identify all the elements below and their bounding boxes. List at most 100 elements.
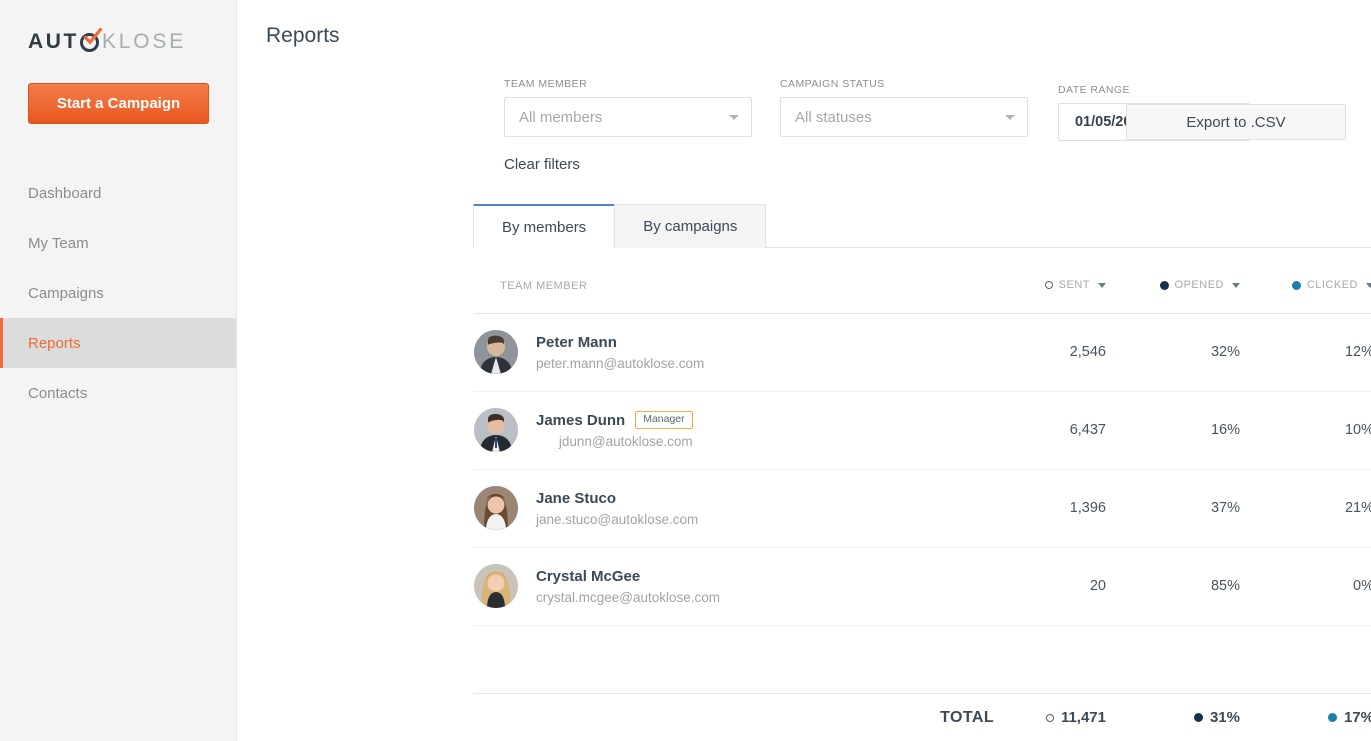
sidebar-item-label: Campaigns	[28, 284, 104, 302]
sidebar-item-label: Contacts	[28, 384, 88, 402]
tab-by-campaigns[interactable]: By campaigns	[614, 204, 767, 248]
member-email: jane.stuco@autoklose.com	[536, 511, 699, 527]
reports-table-container: TEAM MEMBER SENT OPENED CLICKED Peter Ma…	[237, 248, 1371, 644]
cell-opened: 16%	[1210, 422, 1240, 438]
table-row[interactable]: Peter Mann peter.mann@autoklose.com 2,54…	[474, 313, 1371, 391]
column-header-clicked[interactable]: CLICKED	[1240, 248, 1371, 314]
member-cell: Peter Mann peter.mann@autoklose.com	[474, 313, 994, 391]
campaign-status-select-value: All statuses	[795, 108, 872, 126]
clicked-dot-icon	[1327, 713, 1337, 722]
cell-opened	[1106, 625, 1240, 644]
table-row[interactable]: Jane Stuco jane.stuco@autoklose.com 1,39…	[474, 469, 1371, 547]
user-photo-icon	[474, 564, 518, 608]
sidebar-item-reports[interactable]: Reports	[0, 318, 236, 368]
cell-sent: 2,546	[1069, 344, 1106, 360]
filter-bar: TEAM MEMBER All members CAMPAIGN STATUS …	[237, 74, 1371, 204]
filter-label-date-range: DATE RANGE	[1058, 84, 1130, 96]
total-clicked-value: 17%	[1343, 709, 1371, 726]
cell-sent: 1,396	[1069, 500, 1106, 516]
sidebar-item-label: Dashboard	[28, 184, 102, 202]
column-header-team-member: TEAM MEMBER	[474, 248, 994, 314]
cell-clicked: 0%	[1353, 578, 1371, 594]
member-name-text: Peter Mann	[536, 333, 617, 351]
cell-opened: 37%	[1210, 500, 1240, 516]
member-name-text: Crystal McGee	[536, 567, 641, 585]
filter-label-campaign-status: CAMPAIGN STATUS	[780, 78, 885, 90]
column-header-sent[interactable]: SENT	[994, 248, 1106, 314]
column-label: SENT	[1058, 279, 1090, 292]
sort-descending-icon[interactable]	[1232, 282, 1240, 288]
member-cell: Jane Stuco jane.stuco@autoklose.com	[474, 469, 994, 547]
totals-table: TOTAL 11,471 31% 17%	[474, 694, 1371, 741]
sort-descending-icon[interactable]	[1366, 282, 1371, 288]
total-sent-value: 11,471	[1060, 709, 1106, 727]
member-email: jdunn@autoklose.com	[558, 433, 693, 449]
campaign-status-select[interactable]: All statuses	[780, 97, 1028, 137]
opened-dot-icon	[1193, 713, 1203, 722]
team-member-select-value: All members	[519, 108, 603, 126]
cell-clicked: 12%	[1344, 344, 1371, 360]
column-label: TEAM MEMBER	[500, 279, 588, 292]
app-root: AUT KLOSE Start a Campaign Dashboard My …	[0, 0, 1371, 741]
top-bar: Reports James Dunn	[237, 0, 1371, 74]
column-header-opened[interactable]: OPENED	[1106, 248, 1240, 314]
table-row[interactable]: Crystal McGee crystal.mcgee@autoklose.co…	[474, 547, 1371, 625]
total-opened-value: 31%	[1209, 709, 1240, 726]
cell-clicked: 21%	[1344, 500, 1371, 516]
sidebar-item-my-team[interactable]: My Team	[0, 218, 236, 268]
tab-bar: By members By campaigns	[237, 204, 1371, 249]
chevron-down-icon	[729, 114, 739, 120]
tab-label: By members	[502, 218, 587, 236]
tab-label: By campaigns	[643, 218, 738, 235]
filter-campaign-status: CAMPAIGN STATUS All statuses	[780, 78, 1028, 137]
sidebar: AUT KLOSE Start a Campaign Dashboard My …	[0, 0, 237, 741]
manager-badge: Manager	[635, 411, 693, 429]
table-row[interactable]: Jelena Stojilikovic	[474, 625, 1371, 644]
cell-sent: 20	[1089, 578, 1106, 594]
reports-table-scroll[interactable]: TEAM MEMBER SENT OPENED CLICKED Peter Ma…	[474, 248, 1371, 644]
page-title: Reports	[266, 24, 340, 47]
clear-filters-link[interactable]: Clear filters	[504, 156, 580, 173]
member-name-text: Jane Stuco	[536, 489, 617, 507]
member-email: peter.mann@autoklose.com	[536, 355, 705, 371]
start-campaign-button[interactable]: Start a Campaign	[28, 83, 209, 124]
cell-sent	[994, 625, 1106, 644]
logo-text-secondary: KLOSE	[101, 30, 187, 53]
member-cell: James Dunn Manager jdunn@autoklose.com	[474, 391, 994, 469]
member-cell: Crystal McGee crystal.mcgee@autoklose.co…	[474, 547, 994, 625]
sidebar-item-campaigns[interactable]: Campaigns	[0, 268, 236, 318]
sent-dot-icon	[1045, 713, 1054, 722]
sidebar-nav: Dashboard My Team Campaigns Reports Cont…	[0, 168, 236, 418]
member-name: James Dunn Manager	[536, 411, 693, 429]
member-email: crystal.mcgee@autoklose.com	[536, 589, 721, 605]
checkmark-glyph	[83, 27, 102, 45]
total-label-cell: TOTAL	[474, 694, 994, 741]
member-name: Peter Mann	[536, 334, 704, 351]
team-member-select[interactable]: All members	[504, 97, 752, 137]
logo-check-icon	[79, 27, 102, 52]
reports-table: TEAM MEMBER SENT OPENED CLICKED Peter Ma…	[474, 248, 1371, 644]
table-header-row: TEAM MEMBER SENT OPENED CLICKED	[474, 248, 1371, 314]
cell-clicked: 10%	[1344, 422, 1371, 438]
total-clicked-cell: 17%	[1240, 694, 1371, 741]
total-opened-cell: 31%	[1106, 694, 1240, 741]
member-name: Jane Stuco	[536, 490, 698, 507]
main-content: Reports James Dunn T	[237, 0, 1371, 741]
avatar	[474, 564, 518, 608]
table-row[interactable]: James Dunn Manager jdunn@autoklose.com 6…	[474, 391, 1371, 469]
tab-by-members[interactable]: By members	[473, 204, 616, 249]
opened-dot-icon	[1159, 280, 1169, 290]
sidebar-item-label: Reports	[28, 334, 81, 352]
table-body: Peter Mann peter.mann@autoklose.com 2,54…	[474, 313, 1371, 644]
sort-descending-icon[interactable]	[1098, 282, 1106, 288]
logo-text-primary: AUT	[28, 30, 79, 53]
filter-team-member: TEAM MEMBER All members	[504, 78, 752, 137]
user-photo-icon	[474, 330, 518, 374]
export-csv-button[interactable]: Export to .CSV	[1126, 104, 1346, 140]
sidebar-item-contacts[interactable]: Contacts	[0, 368, 236, 418]
sidebar-item-dashboard[interactable]: Dashboard	[0, 168, 236, 218]
cell-clicked	[1240, 625, 1371, 644]
column-label: OPENED	[1174, 279, 1224, 291]
brand-logo[interactable]: AUT KLOSE	[28, 27, 236, 55]
avatar	[474, 408, 518, 452]
